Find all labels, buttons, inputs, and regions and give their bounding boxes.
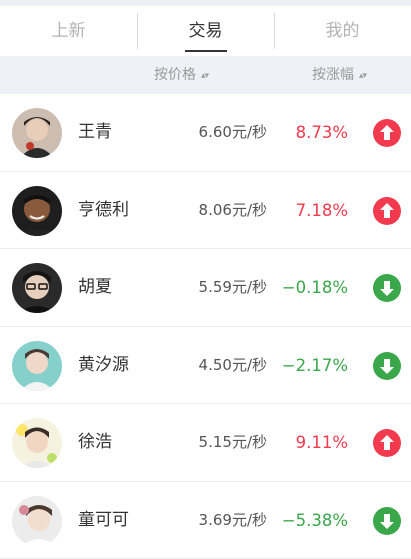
avatar (12, 108, 62, 158)
sort-by-change-button[interactable]: 按涨幅 ▴▾ (312, 56, 366, 94)
list-item[interactable]: 亨德利 8.06元/秒 7.18% (0, 172, 411, 250)
avatar (12, 341, 62, 391)
tab-trade[interactable]: 交易 (137, 6, 274, 56)
change-value: −0.18% (282, 249, 348, 326)
avatar (12, 263, 62, 313)
star-name: 亨德利 (78, 172, 129, 249)
list-item[interactable]: 胡夏 5.59元/秒 −0.18% (0, 249, 411, 327)
trade-list: 王青 6.60元/秒 8.73% 亨德利 8.06元/秒 7.18% 胡夏 5.… (0, 94, 411, 559)
arrow-up-icon[interactable] (373, 429, 401, 457)
tab-mine[interactable]: 我的 (274, 6, 411, 56)
sort-bar: 按价格 ▴▾ 按涨幅 ▴▾ (0, 56, 411, 94)
price-value: 4.50元/秒 (199, 327, 267, 404)
avatar (12, 418, 62, 468)
price-value: 8.06元/秒 (199, 172, 267, 249)
arrow-down-icon[interactable] (373, 507, 401, 535)
price-value: 5.15元/秒 (199, 404, 267, 481)
tab-new[interactable]: 上新 (0, 6, 137, 56)
sort-by-price-label: 按价格 (154, 67, 196, 83)
change-value: 7.18% (296, 172, 348, 249)
price-value: 5.59元/秒 (199, 249, 267, 326)
star-name: 童可可 (78, 482, 129, 559)
avatar (12, 496, 62, 546)
star-name: 黄汐源 (78, 327, 129, 404)
change-value: 8.73% (296, 94, 348, 171)
list-item[interactable]: 王青 6.60元/秒 8.73% (0, 94, 411, 172)
arrow-down-icon[interactable] (373, 274, 401, 302)
price-value: 6.60元/秒 (199, 94, 267, 171)
list-item[interactable]: 黄汐源 4.50元/秒 −2.17% (0, 327, 411, 405)
list-item[interactable]: 童可可 3.69元/秒 −5.38% (0, 482, 411, 559)
sort-by-price-button[interactable]: 按价格 ▴▾ (154, 56, 208, 94)
arrow-down-icon[interactable] (373, 352, 401, 380)
star-name: 王青 (78, 94, 112, 171)
change-value: −2.17% (282, 327, 348, 404)
price-value: 3.69元/秒 (199, 482, 267, 559)
star-name: 胡夏 (78, 249, 112, 326)
arrow-up-icon[interactable] (373, 119, 401, 147)
star-name: 徐浩 (78, 404, 112, 481)
sort-toggle-icon: ▴▾ (201, 71, 208, 81)
sort-toggle-icon: ▴▾ (359, 71, 366, 81)
change-value: 9.11% (296, 404, 348, 481)
sort-by-change-label: 按涨幅 (312, 67, 354, 83)
change-value: −5.38% (282, 482, 348, 559)
tab-bar: 上新 交易 我的 (0, 6, 411, 56)
avatar (12, 186, 62, 236)
list-item[interactable]: 徐浩 5.15元/秒 9.11% (0, 404, 411, 482)
arrow-up-icon[interactable] (373, 197, 401, 225)
